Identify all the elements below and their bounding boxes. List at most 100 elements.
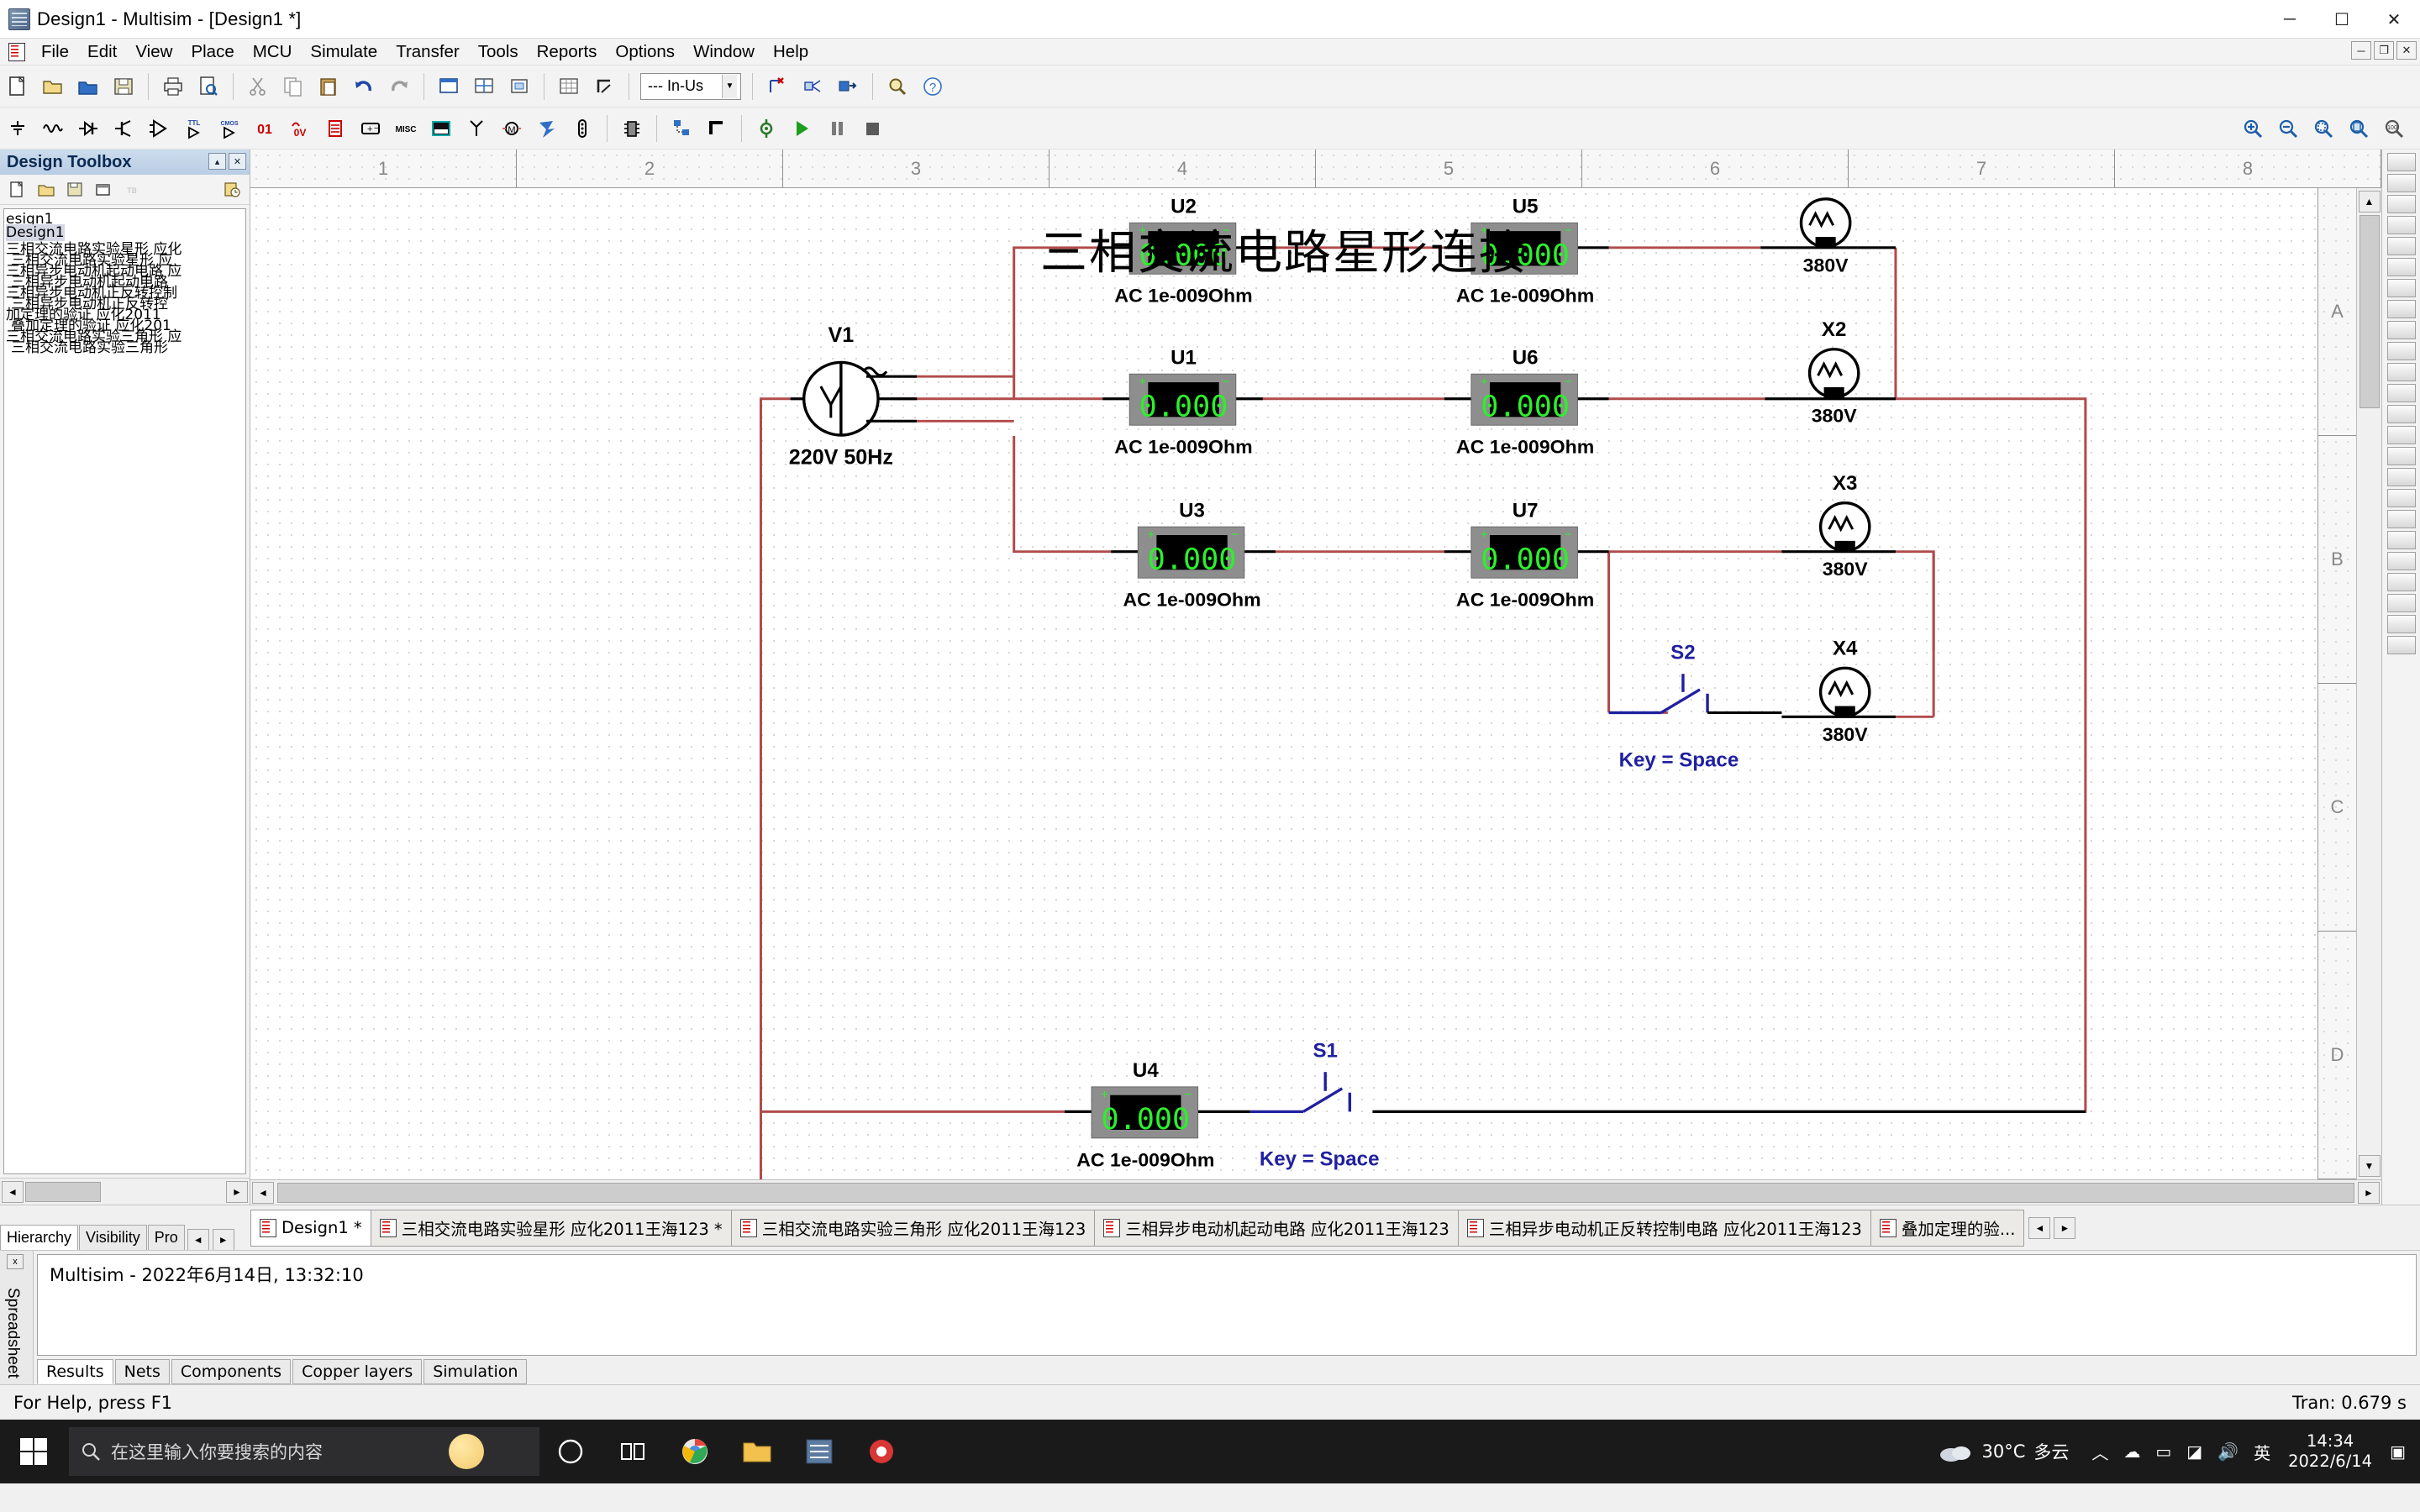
voltage-probe-icon[interactable] bbox=[2386, 615, 2416, 633]
notification-icon[interactable]: ▣ bbox=[2390, 1441, 2406, 1462]
undo-icon[interactable] bbox=[348, 71, 380, 102]
menu-reports[interactable]: Reports bbox=[528, 39, 607, 65]
canvas-vertical-scrollbar[interactable]: ▲ ▼ bbox=[2356, 188, 2381, 1179]
canvas-scroll-right-arrow[interactable]: ► bbox=[2358, 1181, 2380, 1204]
ammeter-u7[interactable]: 0.000 + − U7 AC 1e-009Ohm bbox=[1456, 500, 1594, 611]
basic-icon[interactable] bbox=[37, 113, 69, 144]
print-preview-icon[interactable] bbox=[192, 71, 224, 102]
cortana-icon[interactable] bbox=[539, 1420, 602, 1483]
menu-place[interactable]: Place bbox=[182, 39, 243, 65]
cut-icon[interactable] bbox=[242, 71, 274, 102]
ratsnest-icon[interactable] bbox=[797, 71, 829, 102]
electromechanical-icon[interactable]: M bbox=[496, 113, 528, 144]
chevron-down-icon[interactable]: ▼ bbox=[722, 74, 737, 98]
doc-tab-motor-reverse[interactable]: 三相异步电动机正反转控制电路 应化2011王海123 bbox=[1457, 1209, 1871, 1247]
open-design-icon[interactable] bbox=[72, 71, 104, 102]
zoom-100-icon[interactable]: 100 bbox=[2378, 113, 2410, 144]
ammeter-u1[interactable]: 0.000 + − U1 AC 1e-009Ohm bbox=[1114, 347, 1252, 458]
doc-tab-superposition[interactable]: 叠加定理的验... bbox=[1870, 1209, 2025, 1247]
ammeter-u4[interactable]: 0.000 + − U4 AC 1e-009Ohm bbox=[1076, 1059, 1214, 1170]
ammeter-u3[interactable]: 0.000 + − U3 AC 1e-009Ohm bbox=[1123, 500, 1260, 611]
menu-edit[interactable]: Edit bbox=[78, 39, 126, 65]
toggle-border-icon[interactable] bbox=[588, 71, 620, 102]
menu-file[interactable]: File bbox=[32, 39, 78, 65]
lamp-x2[interactable]: X2 380V bbox=[1807, 318, 1860, 426]
windows-start-icon[interactable] bbox=[0, 1420, 67, 1483]
print-icon[interactable] bbox=[157, 71, 189, 102]
voltage-source-v1[interactable]: V1 220V 50Hz bbox=[789, 324, 1014, 469]
spreadsheet-close-button[interactable]: x bbox=[7, 1254, 24, 1269]
lamp-x4[interactable]: X4 380V bbox=[1818, 638, 1871, 745]
transistor-icon[interactable] bbox=[108, 113, 139, 144]
zoom-area-icon[interactable] bbox=[468, 71, 500, 102]
task-view-icon[interactable] bbox=[602, 1420, 664, 1483]
simulation-settings-icon[interactable] bbox=[750, 113, 782, 144]
maximize-button[interactable]: ☐ bbox=[2316, 0, 2368, 39]
distortion-analyzer-icon[interactable] bbox=[2386, 384, 2416, 402]
zoom-out-icon[interactable] bbox=[2272, 113, 2304, 144]
bus-icon[interactable] bbox=[701, 113, 733, 144]
power-icon[interactable]: + − bbox=[355, 113, 387, 144]
help-icon[interactable]: ? bbox=[917, 71, 949, 102]
mcu-icon[interactable] bbox=[616, 113, 648, 144]
design-toolbox-tree[interactable]: esign1 Design1 三相交流电路实验星形 应化 三相交流电路实验星形 … bbox=[3, 208, 246, 1174]
chevron-up-icon[interactable]: ︿ bbox=[2091, 1440, 2108, 1464]
menu-options[interactable]: Options bbox=[606, 39, 684, 65]
toolbox-tab-hierarchy[interactable]: Hierarchy bbox=[0, 1224, 79, 1250]
menu-window[interactable]: Window bbox=[684, 39, 764, 65]
oscilloscope-icon[interactable] bbox=[2386, 216, 2416, 234]
wattmeter-icon[interactable] bbox=[2386, 195, 2416, 213]
source-icon[interactable] bbox=[2, 113, 34, 144]
scroll-right-arrow[interactable]: ► bbox=[226, 1180, 248, 1203]
toolbox-horizontal-scrollbar[interactable]: ◄ ► bbox=[0, 1178, 250, 1205]
doc-tab-next[interactable]: ► bbox=[2054, 1216, 2076, 1239]
doc-tab-design1[interactable]: Design1 * bbox=[250, 1209, 371, 1247]
logic-analyzer-icon[interactable] bbox=[2386, 342, 2416, 360]
mdi-restore-button[interactable]: ❐ bbox=[2374, 41, 2394, 60]
canvas-horizontal-scrollbar[interactable]: ◄ ► bbox=[250, 1179, 2381, 1205]
multisim-taskbar-icon[interactable] bbox=[788, 1420, 850, 1483]
toggle-grid-icon[interactable] bbox=[553, 71, 585, 102]
cmos-icon[interactable]: CMOS bbox=[213, 113, 245, 144]
measurement-probe-icon[interactable] bbox=[2386, 594, 2416, 612]
taskbar-clock[interactable]: 14:34 2022/6/14 bbox=[2288, 1431, 2372, 1472]
stop-simulation-button[interactable] bbox=[856, 113, 888, 144]
network-analyzer-icon[interactable] bbox=[2386, 426, 2416, 444]
spreadsheet-tab-copper-layers[interactable]: Copper layers bbox=[292, 1359, 423, 1384]
doc-tab-prev[interactable]: ◄ bbox=[2028, 1216, 2051, 1239]
toolbox-close-button[interactable]: ✕ bbox=[229, 153, 246, 170]
vscrollbar-thumb[interactable] bbox=[2359, 215, 2380, 408]
mixed-icon[interactable]: 0V bbox=[284, 113, 316, 144]
spreadsheet-tab-nets[interactable]: Nets bbox=[114, 1359, 170, 1384]
function-generator-icon[interactable] bbox=[2386, 174, 2416, 192]
mdi-close-button[interactable]: ✕ bbox=[2396, 41, 2417, 60]
weather-widget[interactable]: 30°C 多云 bbox=[1938, 1439, 2069, 1464]
paste-icon[interactable] bbox=[313, 71, 345, 102]
spectrum-analyzer-icon[interactable] bbox=[2386, 405, 2416, 423]
four-channel-oscilloscope-icon[interactable] bbox=[2386, 237, 2416, 255]
scroll-up-arrow[interactable]: ▲ bbox=[2358, 191, 2381, 213]
new-icon[interactable] bbox=[2, 71, 34, 102]
in-use-list-combo[interactable]: --- In-Us ▼ bbox=[640, 72, 741, 100]
spreadsheet-results-list[interactable]: Multisim - 2022年6月14日, 13:32:10 bbox=[37, 1254, 2417, 1356]
bode-plotter-icon[interactable] bbox=[2386, 258, 2416, 276]
spreadsheet-tab-results[interactable]: Results bbox=[37, 1359, 113, 1384]
logic-converter-icon[interactable] bbox=[2386, 321, 2416, 339]
close-button[interactable]: ✕ bbox=[2368, 0, 2420, 39]
ni-elvis-icon[interactable] bbox=[2386, 552, 2416, 570]
multimeter-instrument-icon[interactable] bbox=[2386, 153, 2416, 171]
current-probe-icon[interactable] bbox=[2386, 573, 2416, 591]
minimize-button[interactable]: ─ bbox=[2264, 0, 2316, 39]
file-explorer-icon[interactable] bbox=[726, 1420, 788, 1483]
menu-mcu[interactable]: MCU bbox=[244, 39, 302, 65]
tree-item-11[interactable]: 三相交流电路实验三角形 bbox=[11, 335, 168, 356]
diode-icon[interactable] bbox=[72, 113, 104, 144]
doc-tab-star-connection[interactable]: 三相交流电路实验星形 应化2011王海123 * bbox=[370, 1209, 732, 1247]
indicator-icon[interactable] bbox=[319, 113, 351, 144]
network-icon[interactable]: ◪ bbox=[2186, 1441, 2202, 1462]
recorder-icon[interactable] bbox=[850, 1420, 913, 1483]
pause-simulation-button[interactable] bbox=[821, 113, 853, 144]
volume-icon[interactable]: 🔊 bbox=[2217, 1441, 2238, 1462]
rf-icon[interactable] bbox=[460, 113, 492, 144]
menu-transfer[interactable]: Transfer bbox=[387, 39, 469, 65]
